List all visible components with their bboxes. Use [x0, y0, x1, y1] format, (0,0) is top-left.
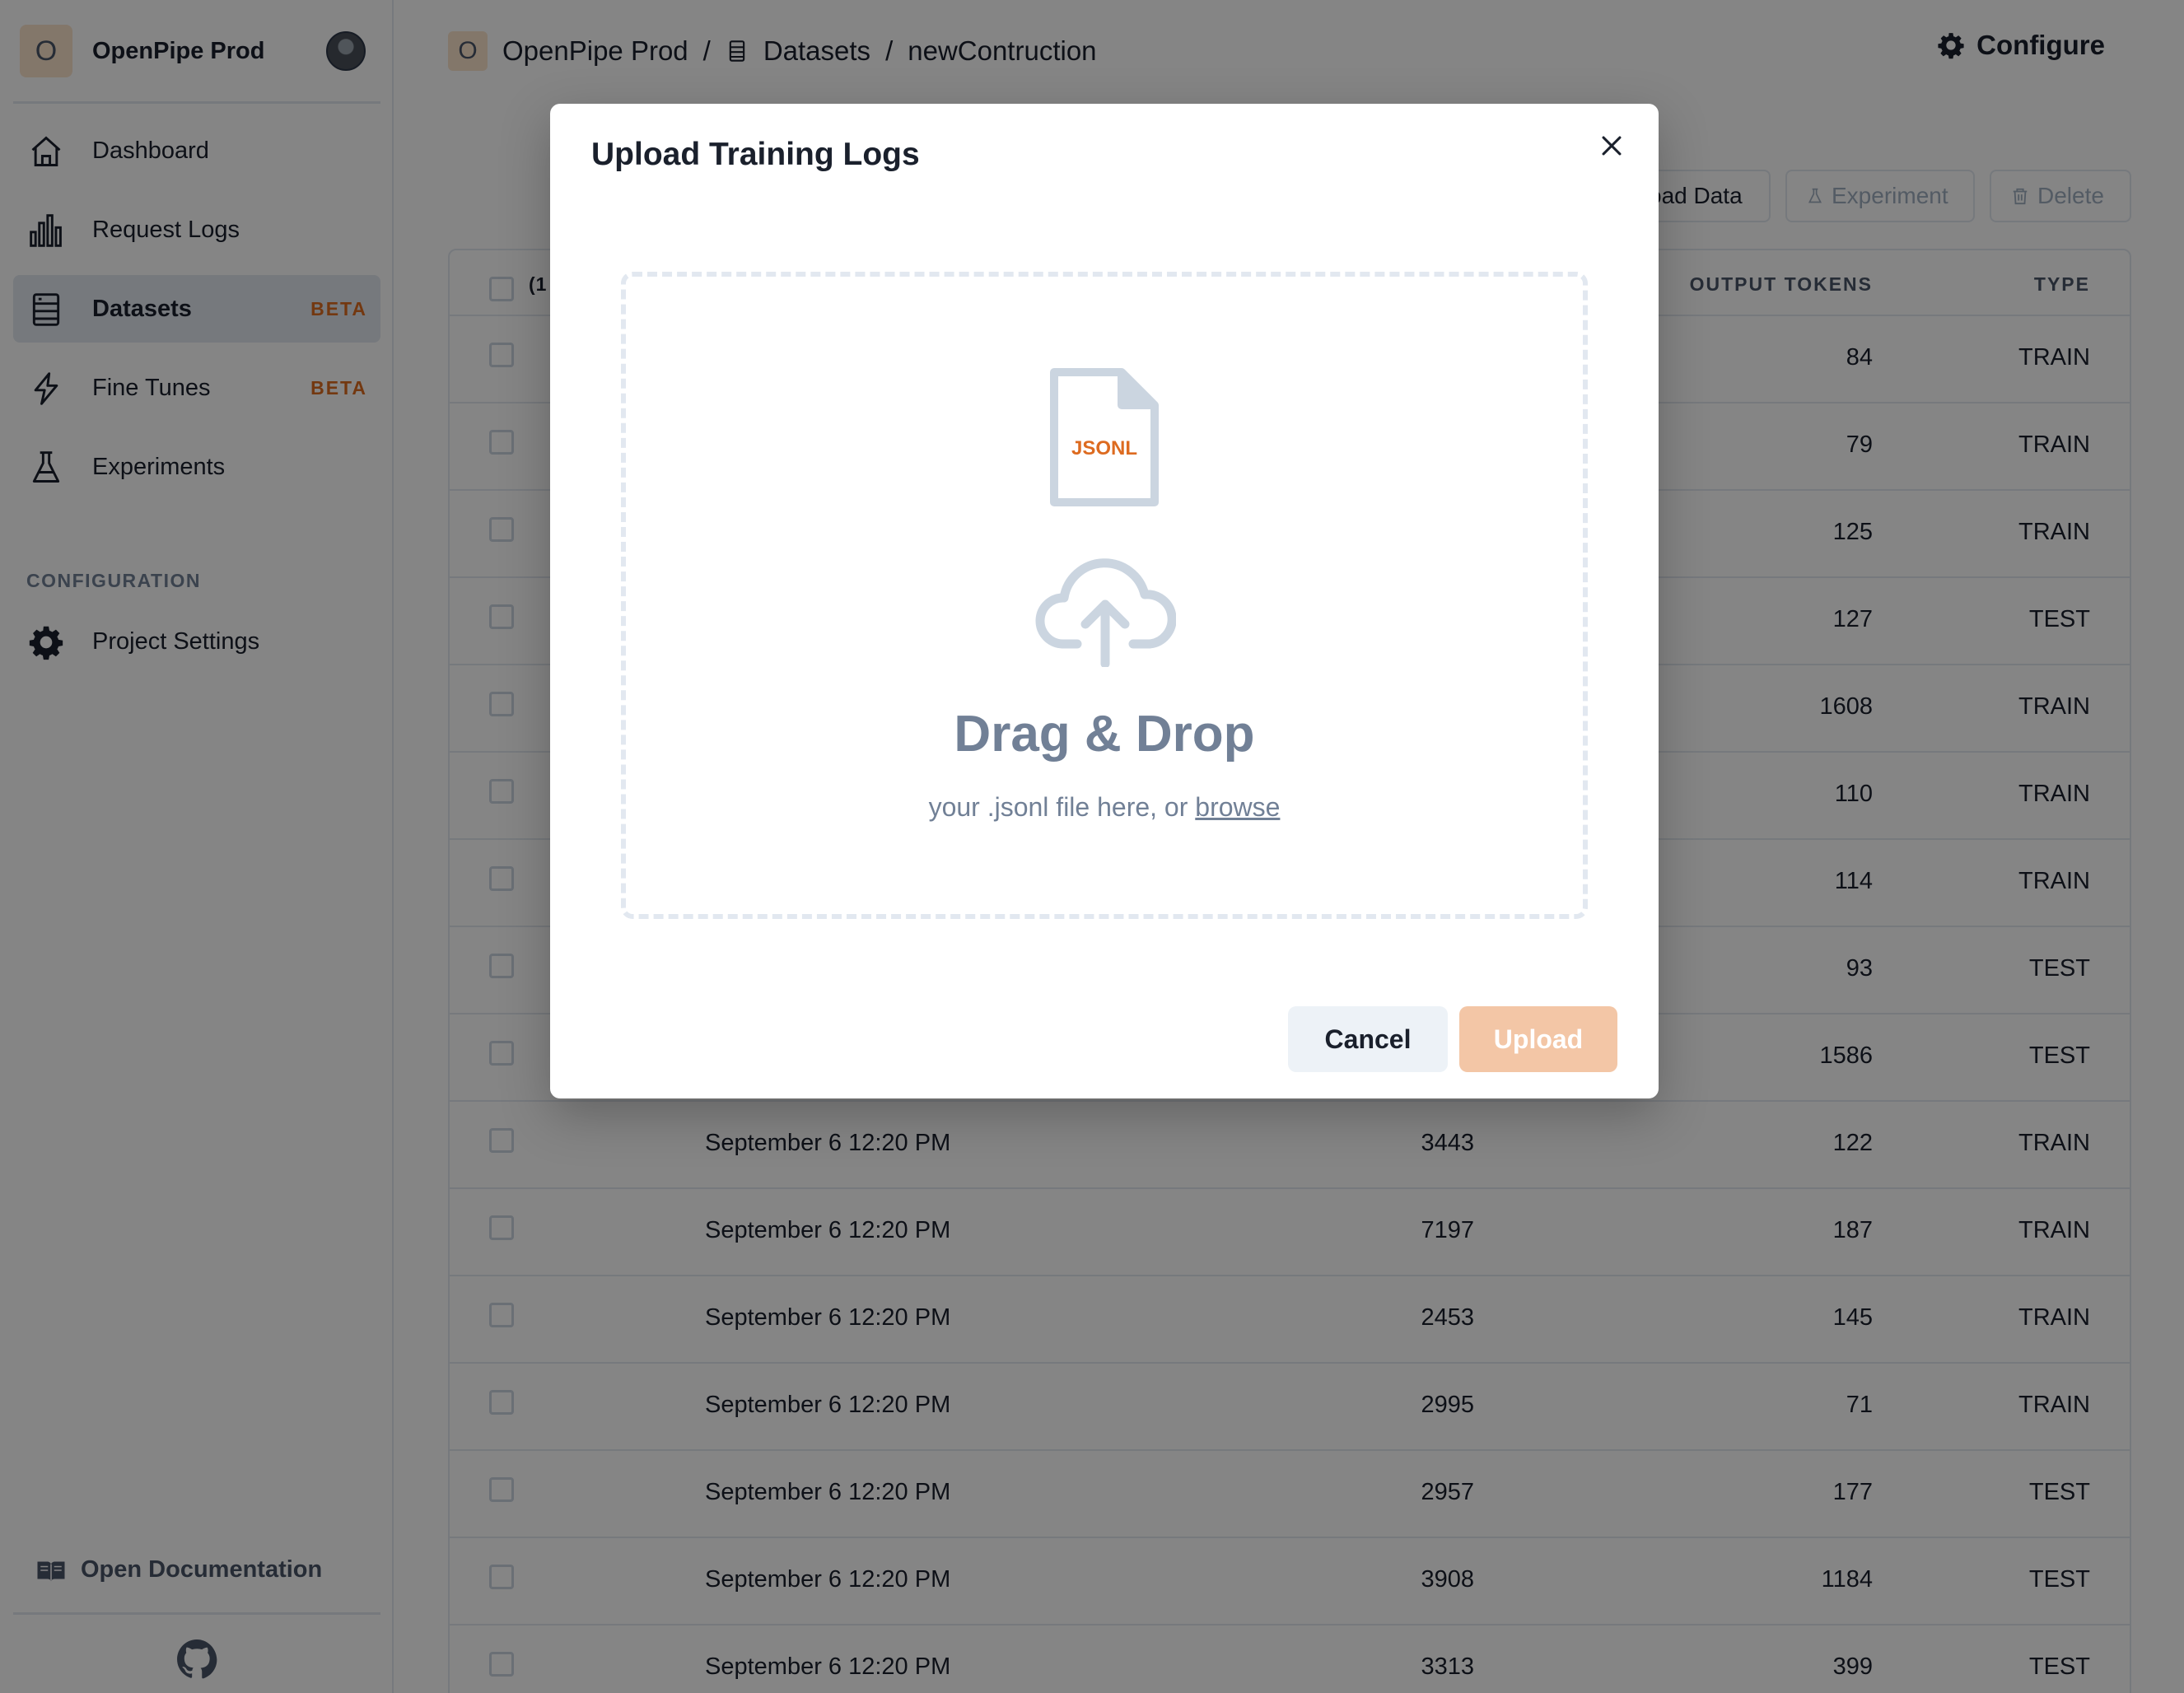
- upload-button[interactable]: Upload: [1459, 1006, 1617, 1072]
- file-dropzone[interactable]: JSONL Drag & Drop your .jsonl file here,…: [621, 272, 1588, 919]
- cloud-upload-icon: [1035, 558, 1176, 667]
- close-icon[interactable]: [1598, 132, 1626, 160]
- file-badge-text: JSONL: [1071, 437, 1137, 459]
- dropzone-hint: your .jsonl file here, or: [928, 792, 1196, 822]
- upload-training-logs-modal: Upload Training Logs JSONL Drag & Drop y…: [550, 104, 1659, 1098]
- modal-title: Upload Training Logs: [591, 137, 920, 172]
- dropzone-title: Drag & Drop: [954, 706, 1255, 763]
- browse-link[interactable]: browse: [1195, 792, 1280, 822]
- jsonl-file-icon: JSONL: [1050, 368, 1159, 506]
- dropzone-subtitle: your .jsonl file here, or browse: [626, 792, 1583, 823]
- cancel-button[interactable]: Cancel: [1288, 1006, 1448, 1072]
